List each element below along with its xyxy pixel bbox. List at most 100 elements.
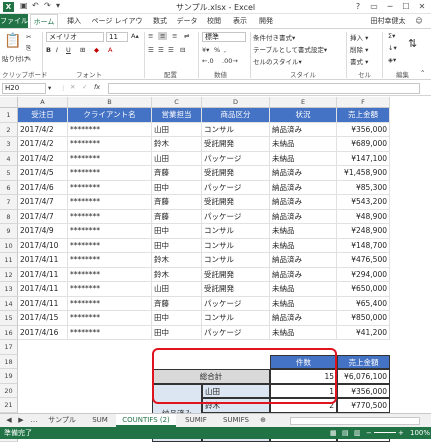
table-cell[interactable]: コンサル (202, 122, 270, 137)
cut-icon[interactable]: ✂ (26, 33, 31, 41)
row-header[interactable]: 4 (0, 151, 18, 166)
format-as-table-button[interactable]: テーブルとして書式設定▾ (253, 44, 327, 54)
table-cell[interactable]: ******** (68, 296, 152, 311)
border-icon[interactable]: ⊞ (80, 46, 85, 54)
bold-icon[interactable]: B (46, 46, 51, 54)
cancel-entry-icon[interactable]: ✕ (70, 83, 75, 91)
fill-color-icon[interactable]: ◆ (94, 46, 99, 54)
table-cell[interactable]: 未納品 (270, 224, 337, 239)
table-cell[interactable]: 2017/4/7 (18, 195, 68, 210)
tab-home[interactable]: ホーム (30, 14, 58, 28)
table-cell[interactable]: 2017/4/11 (18, 253, 68, 268)
sort-filter-icon[interactable]: ⇅ (408, 37, 417, 50)
conditional-format-button[interactable]: 条件付き書式▾ (253, 32, 295, 42)
normal-view-icon[interactable]: ▦ (330, 427, 337, 439)
sheet-tab-sample[interactable]: サンプル (40, 414, 84, 427)
table-cell[interactable]: 未納品 (270, 282, 337, 297)
table-cell[interactable]: 鈴木 (152, 253, 202, 268)
align-top-icon[interactable]: ≡ (148, 32, 153, 40)
table-cell[interactable]: 納品済み (270, 209, 337, 224)
table-cell[interactable]: コンサル (202, 224, 270, 239)
user-avatar-icon[interactable]: ☺ (410, 14, 428, 28)
row-header[interactable]: 14 (0, 296, 18, 311)
maximize-button[interactable]: ☐ (398, 0, 414, 14)
table-cell[interactable]: 斉藤 (152, 296, 202, 311)
page-layout-view-icon[interactable]: ▤ (342, 427, 349, 439)
tab-review[interactable]: 校閲 (202, 14, 226, 28)
row-header[interactable]: 3 (0, 137, 18, 152)
table-cell[interactable]: 未納品 (270, 151, 337, 166)
table-cell[interactable]: 受託開発 (202, 166, 270, 181)
table-cell[interactable]: 鈴木 (152, 267, 202, 282)
font-color-icon[interactable]: A (108, 46, 112, 54)
table-cell[interactable]: 2017/4/2 (18, 122, 68, 137)
table-cell[interactable]: 未納品 (270, 238, 337, 253)
ribbon-display-icon[interactable]: ▭ (366, 0, 382, 14)
table-cell[interactable]: 斉藤 (152, 166, 202, 181)
align-middle-icon[interactable]: ≡ (158, 32, 168, 40)
tab-view[interactable]: 表示 (228, 14, 252, 28)
sheet-tab-sumif[interactable]: SUMIF (178, 414, 214, 427)
table-cell[interactable]: 納品済み (270, 166, 337, 181)
row-header[interactable]: 1 (0, 108, 18, 123)
align-bottom-icon[interactable]: ≡ (172, 32, 177, 40)
percent-icon[interactable]: % (214, 46, 220, 54)
table-cell[interactable]: 2017/4/16 (18, 325, 68, 340)
summary-amount-cell[interactable]: ¥356,000 (337, 383, 390, 398)
table-cell[interactable]: ¥356,000 (337, 122, 390, 137)
table-cell[interactable]: ******** (68, 195, 152, 210)
tab-file[interactable]: ファイル (0, 14, 28, 28)
format-cells-button[interactable]: 書式 ▾ (350, 56, 368, 66)
name-box[interactable]: H20 (2, 83, 46, 94)
user-name[interactable]: 田村幸健太 (368, 14, 408, 28)
table-cell[interactable]: パッケージ (202, 151, 270, 166)
zoom-slider[interactable] (374, 432, 396, 433)
table-cell[interactable]: 納品済み (270, 253, 337, 268)
close-button[interactable]: ✕ (414, 0, 430, 14)
sheet-next-icon[interactable]: ▶ (16, 414, 26, 427)
row-header[interactable]: 7 (0, 195, 18, 210)
table-cell[interactable]: 受託開発 (202, 195, 270, 210)
table-cell[interactable]: ******** (68, 224, 152, 239)
number-format-select[interactable]: 標準 (202, 32, 246, 42)
add-sheet-icon[interactable]: ⊕ (258, 414, 268, 427)
paste-icon[interactable]: 📋 (4, 33, 21, 49)
underline-icon[interactable]: U (66, 46, 71, 54)
tab-insert[interactable]: 挿入 (62, 14, 86, 28)
table-cell[interactable]: 2017/4/10 (18, 238, 68, 253)
merge-center-icon[interactable]: ⊟ (180, 46, 185, 54)
row-header[interactable]: 11 (0, 253, 18, 268)
fill-icon[interactable]: ↓▾ (388, 44, 397, 52)
column-header[interactable]: E (270, 97, 337, 108)
table-cell[interactable]: 斉藤 (152, 195, 202, 210)
table-cell[interactable]: ******** (68, 325, 152, 340)
table-cell[interactable]: ******** (68, 151, 152, 166)
table-cell[interactable]: ******** (68, 209, 152, 224)
table-cell[interactable]: コンサル (202, 311, 270, 326)
table-cell[interactable]: 2017/4/11 (18, 282, 68, 297)
tab-developer[interactable]: 開発 (254, 14, 278, 28)
table-header-cell[interactable]: 受注日 (18, 108, 68, 123)
zoom-level[interactable]: 100% (410, 427, 430, 439)
table-cell[interactable]: 田中 (152, 325, 202, 340)
table-cell[interactable]: 受託開発 (202, 267, 270, 282)
row-header[interactable]: 10 (0, 238, 18, 253)
table-cell[interactable]: 2017/4/5 (18, 166, 68, 181)
table-cell[interactable]: ¥147,100 (337, 151, 390, 166)
table-cell[interactable]: 2017/4/6 (18, 180, 68, 195)
table-cell[interactable]: ******** (68, 282, 152, 297)
table-cell[interactable]: パッケージ (202, 296, 270, 311)
minimize-button[interactable]: ─ (382, 0, 398, 14)
summary-header-amount[interactable]: 売上金額 (337, 354, 390, 369)
table-cell[interactable]: ¥543,200 (337, 195, 390, 210)
wrap-text-icon[interactable]: ⇌ (184, 32, 189, 40)
table-cell[interactable]: ¥476,500 (337, 253, 390, 268)
table-header-cell[interactable]: 状況 (270, 108, 337, 123)
table-cell[interactable]: ******** (68, 253, 152, 268)
table-cell[interactable]: 2017/4/2 (18, 137, 68, 152)
table-cell[interactable]: 田中 (152, 180, 202, 195)
table-cell[interactable]: 未納品 (270, 137, 337, 152)
table-cell[interactable]: 2017/4/15 (18, 311, 68, 326)
table-cell[interactable]: ******** (68, 267, 152, 282)
table-cell[interactable]: 2017/4/7 (18, 209, 68, 224)
